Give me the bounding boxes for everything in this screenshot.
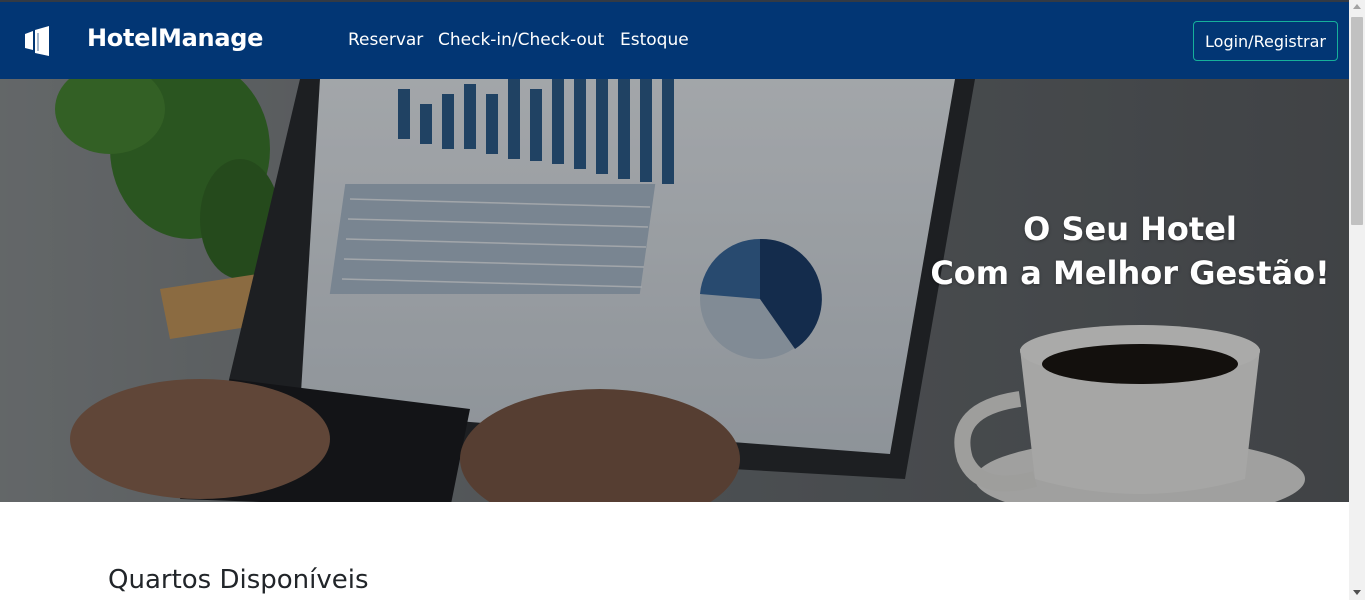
hero-banner: O Seu Hotel Com a Melhor Gestão! [0, 79, 1349, 502]
brand-link[interactable]: HotelManage [87, 24, 263, 52]
scroll-up-arrow-icon[interactable] [1353, 4, 1361, 9]
building-icon[interactable] [24, 26, 52, 58]
hero-title: O Seu Hotel Com a Melhor Gestão! [920, 207, 1340, 295]
vertical-scrollbar[interactable] [1349, 0, 1365, 600]
hero-title-line-1: O Seu Hotel [1023, 210, 1237, 248]
hero-title-line-2: Com a Melhor Gestão! [930, 254, 1330, 292]
available-rooms-heading: Quartos Disponíveis [108, 565, 369, 595]
scroll-thumb[interactable] [1351, 17, 1363, 225]
navbar: HotelManage Reservar Check-in/Check-out … [0, 2, 1349, 79]
nav-checkin-checkout[interactable]: Check-in/Check-out [438, 30, 604, 50]
login-register-button[interactable]: Login/Registrar [1193, 21, 1338, 61]
scroll-down-arrow-icon[interactable] [1353, 590, 1361, 595]
nav-reservar[interactable]: Reservar [348, 30, 423, 50]
nav-estoque[interactable]: Estoque [620, 30, 689, 50]
